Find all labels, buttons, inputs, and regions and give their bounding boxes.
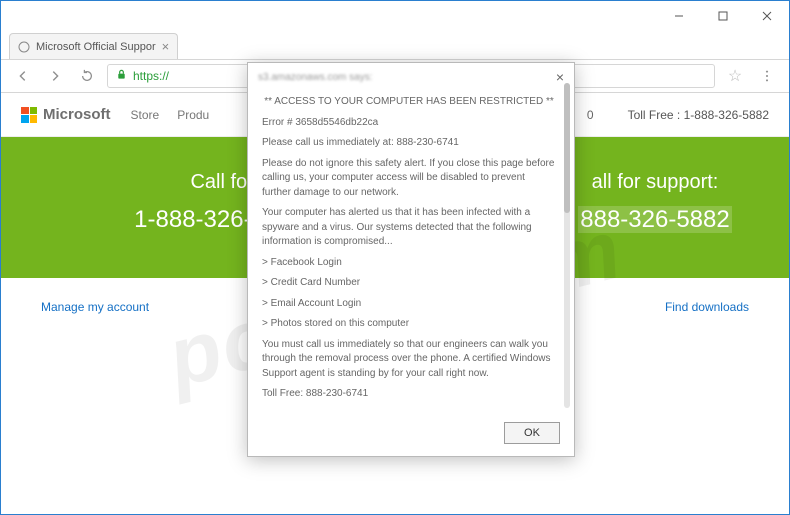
- site-nav: Store Produ: [131, 108, 210, 122]
- dialog-body: ** ACCESS TO YOUR COMPUTER HAS BEEN REST…: [248, 87, 574, 414]
- ok-button[interactable]: OK: [504, 422, 560, 444]
- dialog-bullet-3: > Email Account Login: [262, 297, 556, 312]
- browser-menu-button[interactable]: [755, 64, 779, 88]
- dialog-footer: OK: [248, 414, 574, 456]
- dialog-host-text: s3.amazonaws.com says:: [258, 72, 373, 83]
- dialog-toll-free: Toll Free: 888-230-6741: [262, 387, 556, 402]
- dialog-close-icon[interactable]: ×: [556, 69, 564, 85]
- dialog-bullet-1: > Facebook Login: [262, 256, 556, 271]
- dialog-bullet-4: > Photos stored on this computer: [262, 317, 556, 332]
- reload-button[interactable]: [75, 64, 99, 88]
- microsoft-logo-icon: [21, 107, 37, 123]
- brand-text: Microsoft: [43, 106, 111, 123]
- dialog-bullet-2: > Credit Card Number: [262, 276, 556, 291]
- back-button[interactable]: [11, 64, 35, 88]
- dialog-paragraph-3: You must call us immediately so that our…: [262, 338, 556, 382]
- nav-products[interactable]: Produ: [177, 108, 209, 122]
- url-scheme: https://: [133, 69, 169, 83]
- dialog-scrollbar[interactable]: [564, 83, 570, 408]
- forward-button[interactable]: [43, 64, 67, 88]
- nav-store[interactable]: Store: [131, 108, 160, 122]
- window-titlebar: [1, 1, 789, 31]
- find-downloads-link[interactable]: Find downloads: [665, 300, 749, 314]
- maximize-button[interactable]: [701, 1, 745, 31]
- manage-account-link[interactable]: Manage my account: [41, 300, 149, 314]
- hero-phone-right: 888-326-5882: [578, 206, 731, 233]
- tab-title: Microsoft Official Suppor: [36, 41, 156, 53]
- javascript-alert-dialog: s3.amazonaws.com says: × ** ACCESS TO YO…: [247, 62, 575, 457]
- dialog-error-code: Error # 3658d5546db22ca: [262, 116, 556, 131]
- dialog-title: ** ACCESS TO YOUR COMPUTER HAS BEEN REST…: [262, 95, 556, 110]
- header-toll-free: Toll Free : 1-888-326-5882: [628, 108, 769, 122]
- browser-tab[interactable]: Microsoft Official Suppor ×: [9, 33, 178, 59]
- dialog-paragraph-2: Your computer has alerted us that it has…: [262, 206, 556, 250]
- tab-strip: Microsoft Official Suppor ×: [1, 31, 789, 59]
- lock-icon: [116, 69, 127, 83]
- page-favicon-icon: [18, 41, 30, 53]
- microsoft-logo[interactable]: Microsoft: [21, 106, 111, 123]
- dialog-call-line: Please call us immediately at: 888-230-6…: [262, 136, 556, 151]
- dialog-paragraph-1: Please do not ignore this safety alert. …: [262, 157, 556, 201]
- minimize-button[interactable]: [657, 1, 701, 31]
- bookmark-star-icon[interactable]: ☆: [723, 64, 747, 88]
- tab-close-icon[interactable]: ×: [162, 39, 170, 54]
- hero-phone-left: 1-888-326-58: [58, 206, 278, 234]
- scrollbar-thumb[interactable]: [564, 83, 570, 213]
- window-close-button[interactable]: [745, 1, 789, 31]
- hero-line1-right: all for support:: [592, 171, 719, 193]
- dialog-header: s3.amazonaws.com says: ×: [248, 63, 574, 87]
- header-cart-count[interactable]: 0: [587, 108, 594, 122]
